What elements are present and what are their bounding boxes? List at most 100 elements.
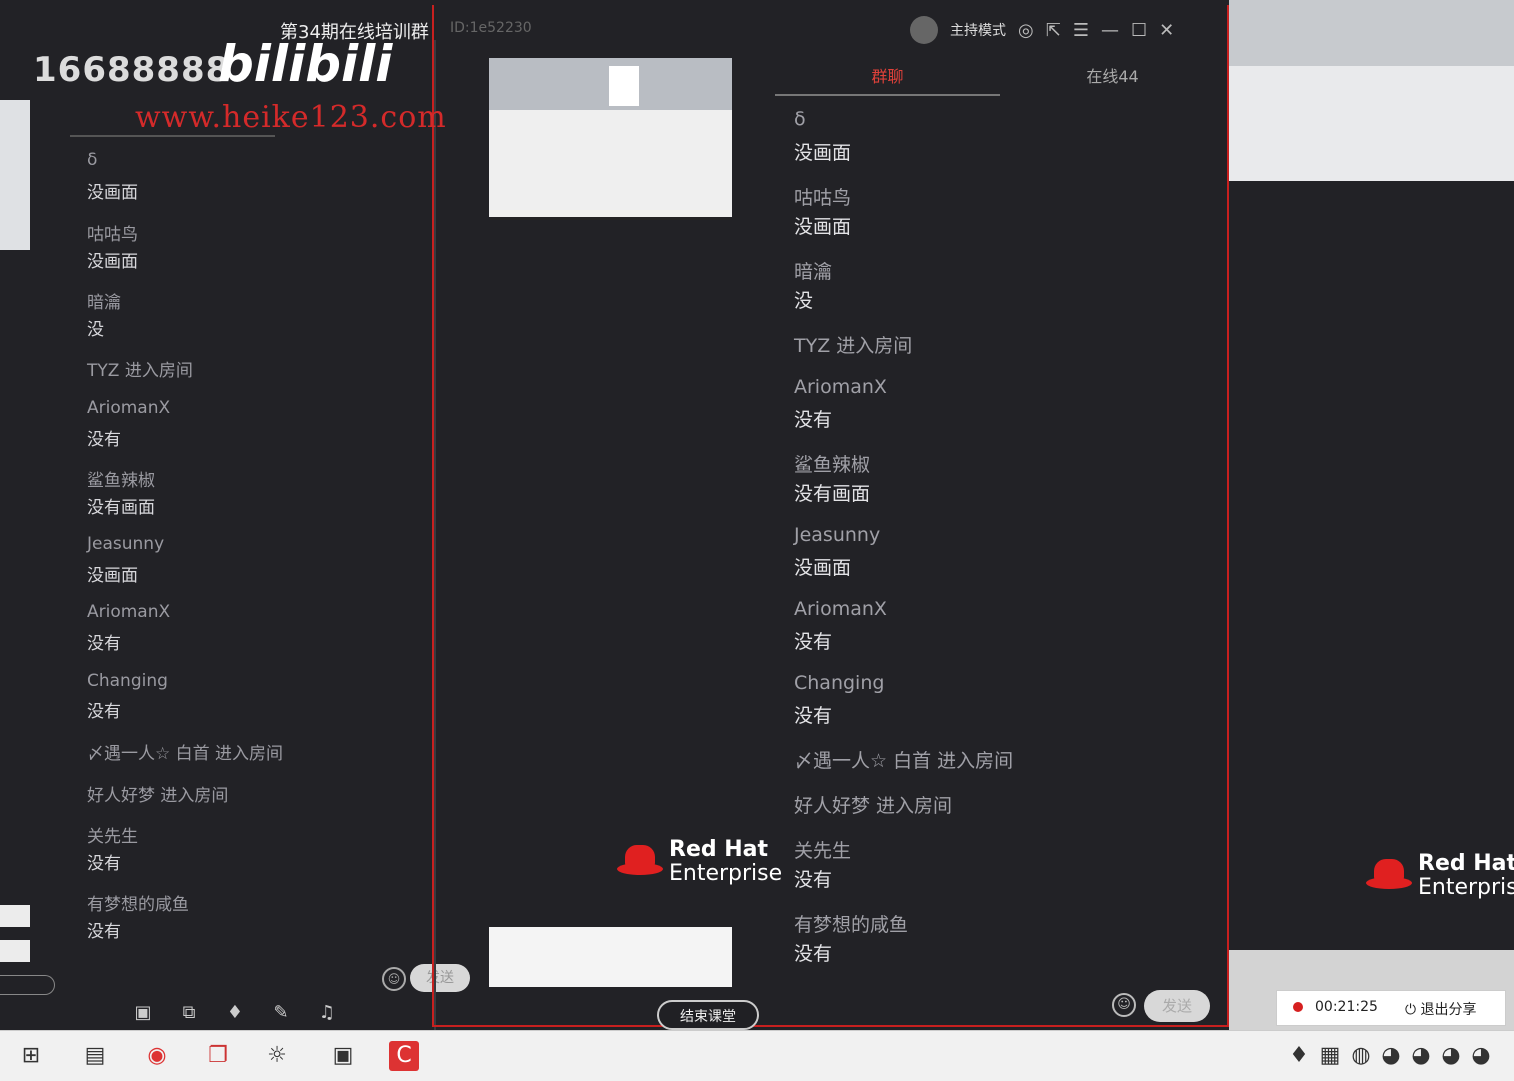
redhat-logo: Red HatEnterprise	[1366, 852, 1514, 900]
bg-chat-name: 咕咕鸟	[87, 225, 138, 245]
tray-icon[interactable]: ◍	[1346, 1041, 1376, 1071]
bg-chat-msg: 没有画面	[87, 498, 155, 518]
bg-chat-msg: 没有	[87, 854, 121, 874]
chat-sender: AriomanX	[794, 376, 887, 398]
chat-sender: 咕咕鸟	[794, 187, 852, 209]
bg-chat-name: TYZ 进入房间	[87, 361, 193, 381]
classroom-app-icon[interactable]: C	[389, 1041, 419, 1071]
tray-icon[interactable]: ◕	[1466, 1041, 1496, 1071]
tab-online[interactable]: 在线44	[1000, 60, 1225, 94]
avatar[interactable]	[910, 16, 938, 44]
music-icon: ♫	[318, 1002, 336, 1023]
host-mode-label[interactable]: 主持模式	[950, 20, 1006, 40]
send-button[interactable]: 发送	[1144, 990, 1210, 1022]
chat-sender: 鲨鱼辣椒	[794, 454, 871, 476]
maximize-icon[interactable]: ☐	[1131, 20, 1147, 41]
menu-icon[interactable]: ☰	[1073, 20, 1089, 41]
windows-start-icon[interactable]: ⊞	[16, 1041, 46, 1071]
close-icon[interactable]: ✕	[1159, 20, 1174, 41]
bg-chat-msg: 没画面	[87, 566, 138, 586]
group-id: ID:1e52230	[450, 20, 532, 36]
chat-message: 没画面	[794, 557, 852, 579]
chat-system-message: TYZ 进入房间	[794, 335, 913, 357]
chat-system-message: 好人好梦 进入房间	[794, 795, 953, 817]
record-time: 00:21:25	[1315, 999, 1378, 1015]
chat-sender: AriomanX	[794, 598, 887, 620]
screen-share-icon: ⧉	[182, 1002, 196, 1023]
window-controls: 主持模式 ◎ ⇱ ☰ — ☐ ✕	[910, 16, 1174, 44]
bg-chat-name: 暗瀹	[87, 293, 121, 313]
bg-chat-name: AriomanX	[87, 602, 171, 622]
bg-chat-name: Changing	[87, 671, 168, 691]
minimize-icon[interactable]: —	[1101, 20, 1119, 41]
background-preview-strip	[0, 100, 30, 250]
recording-bar: 00:21:25 ⏻ 退出分享	[1276, 990, 1506, 1026]
tray-icon[interactable]: ◕	[1406, 1041, 1436, 1071]
chat-tabs: 群聊 在线44	[775, 60, 1225, 96]
chat-system-message: 〆遇一人☆ 白首 进入房间	[794, 750, 1014, 772]
chat-message: 没有	[794, 705, 833, 727]
bg-chat-name: 有梦想的咸鱼	[87, 895, 189, 915]
chat-message: 没有	[794, 869, 833, 891]
background-tab-underline	[70, 135, 275, 137]
watermark-url: www.heike123.com	[135, 100, 447, 135]
bg-chat-msg: 没画面	[87, 183, 138, 203]
chat-sender: δ	[794, 108, 806, 130]
chat-sender: 关先生	[794, 840, 852, 862]
tray-icon[interactable]: ▦	[1315, 1041, 1345, 1071]
tab-group-chat[interactable]: 群聊	[775, 60, 1000, 96]
bg-chat-msg: 没有	[87, 702, 121, 722]
chat-message: 没	[794, 290, 814, 312]
app-icon[interactable]: ❐	[203, 1041, 233, 1071]
settings-icon[interactable]: ◎	[1018, 20, 1034, 41]
exit-share-label: 退出分享	[1420, 1002, 1477, 1018]
end-class-button[interactable]: 结束课堂	[657, 1000, 759, 1030]
background-preview-strip	[0, 940, 30, 962]
background-preview-strip	[0, 905, 30, 927]
microphone-icon: ♦	[226, 1002, 244, 1023]
popout-icon[interactable]: ⇱	[1046, 20, 1061, 41]
bg-chat-msg: 没画面	[87, 252, 138, 272]
bilibili-logo: bilibili	[218, 35, 393, 93]
chat-sender: Changing	[794, 672, 885, 694]
taskbar: ⊞ ▤ ◉ ❐ ☼ ▣ C ♦ ▦ ◍ ◕ ◕ ◕ ◕	[0, 1030, 1514, 1081]
right-share-preview	[1229, 0, 1514, 181]
bg-chat-name: 鲨鱼辣椒	[87, 471, 155, 491]
emoji-icon[interactable]: ☺	[1112, 993, 1136, 1017]
chat-message: 没画面	[794, 216, 852, 238]
chat-message: 没画面	[794, 142, 852, 164]
record-dot-icon	[1293, 1002, 1303, 1012]
bg-chat-name: 〆遇一人☆ 白首 进入房间	[87, 744, 284, 764]
chat-sender: Jeasunny	[794, 524, 881, 546]
bg-chat-name: AriomanX	[87, 398, 171, 418]
file-explorer-icon[interactable]: ▤	[80, 1041, 110, 1071]
watermark-number: 16688888	[33, 50, 231, 90]
chat-message: 没有	[794, 631, 833, 653]
chat-sender: 暗瀹	[794, 261, 833, 283]
tray-icon[interactable]: ◕	[1436, 1041, 1466, 1071]
redhat-hat-icon	[1366, 859, 1412, 893]
app-icon[interactable]: ☼	[262, 1041, 292, 1071]
chat-message: 没有画面	[794, 483, 871, 505]
chat-message: 没有	[794, 409, 833, 431]
microphone-icon[interactable]: ♦	[1284, 1041, 1314, 1071]
redhat-line1: Red Hat	[1418, 851, 1514, 876]
camera-off-icon: ▣	[134, 1002, 152, 1023]
redhat-line2: Enterprise	[1418, 875, 1514, 900]
chat-message: 没有	[794, 943, 833, 965]
bg-chat-msg: 没	[87, 320, 104, 340]
bg-chat-name: δ	[87, 150, 98, 170]
background-media-toolbar: ▣ ⧉ ♦ ✎ ♫	[130, 1002, 370, 1030]
browser-icon[interactable]: ◉	[142, 1041, 172, 1071]
exit-share-button[interactable]: ⏻ 退出分享	[1405, 999, 1477, 1019]
tray-icon[interactable]: ◕	[1376, 1041, 1406, 1071]
bg-chat-msg: 没有	[87, 634, 121, 654]
bg-chat-name: 关先生	[87, 827, 138, 847]
bg-chat-name: Jeasunny	[87, 534, 165, 554]
terminal-icon[interactable]: ▣	[328, 1041, 358, 1071]
background-end-button	[0, 975, 55, 995]
bg-chat-name: 好人好梦 进入房间	[87, 786, 229, 806]
chat-sender: 有梦想的咸鱼	[794, 914, 909, 936]
edit-icon: ✎	[273, 1002, 289, 1023]
bg-emoji-icon: ☺	[382, 967, 406, 991]
